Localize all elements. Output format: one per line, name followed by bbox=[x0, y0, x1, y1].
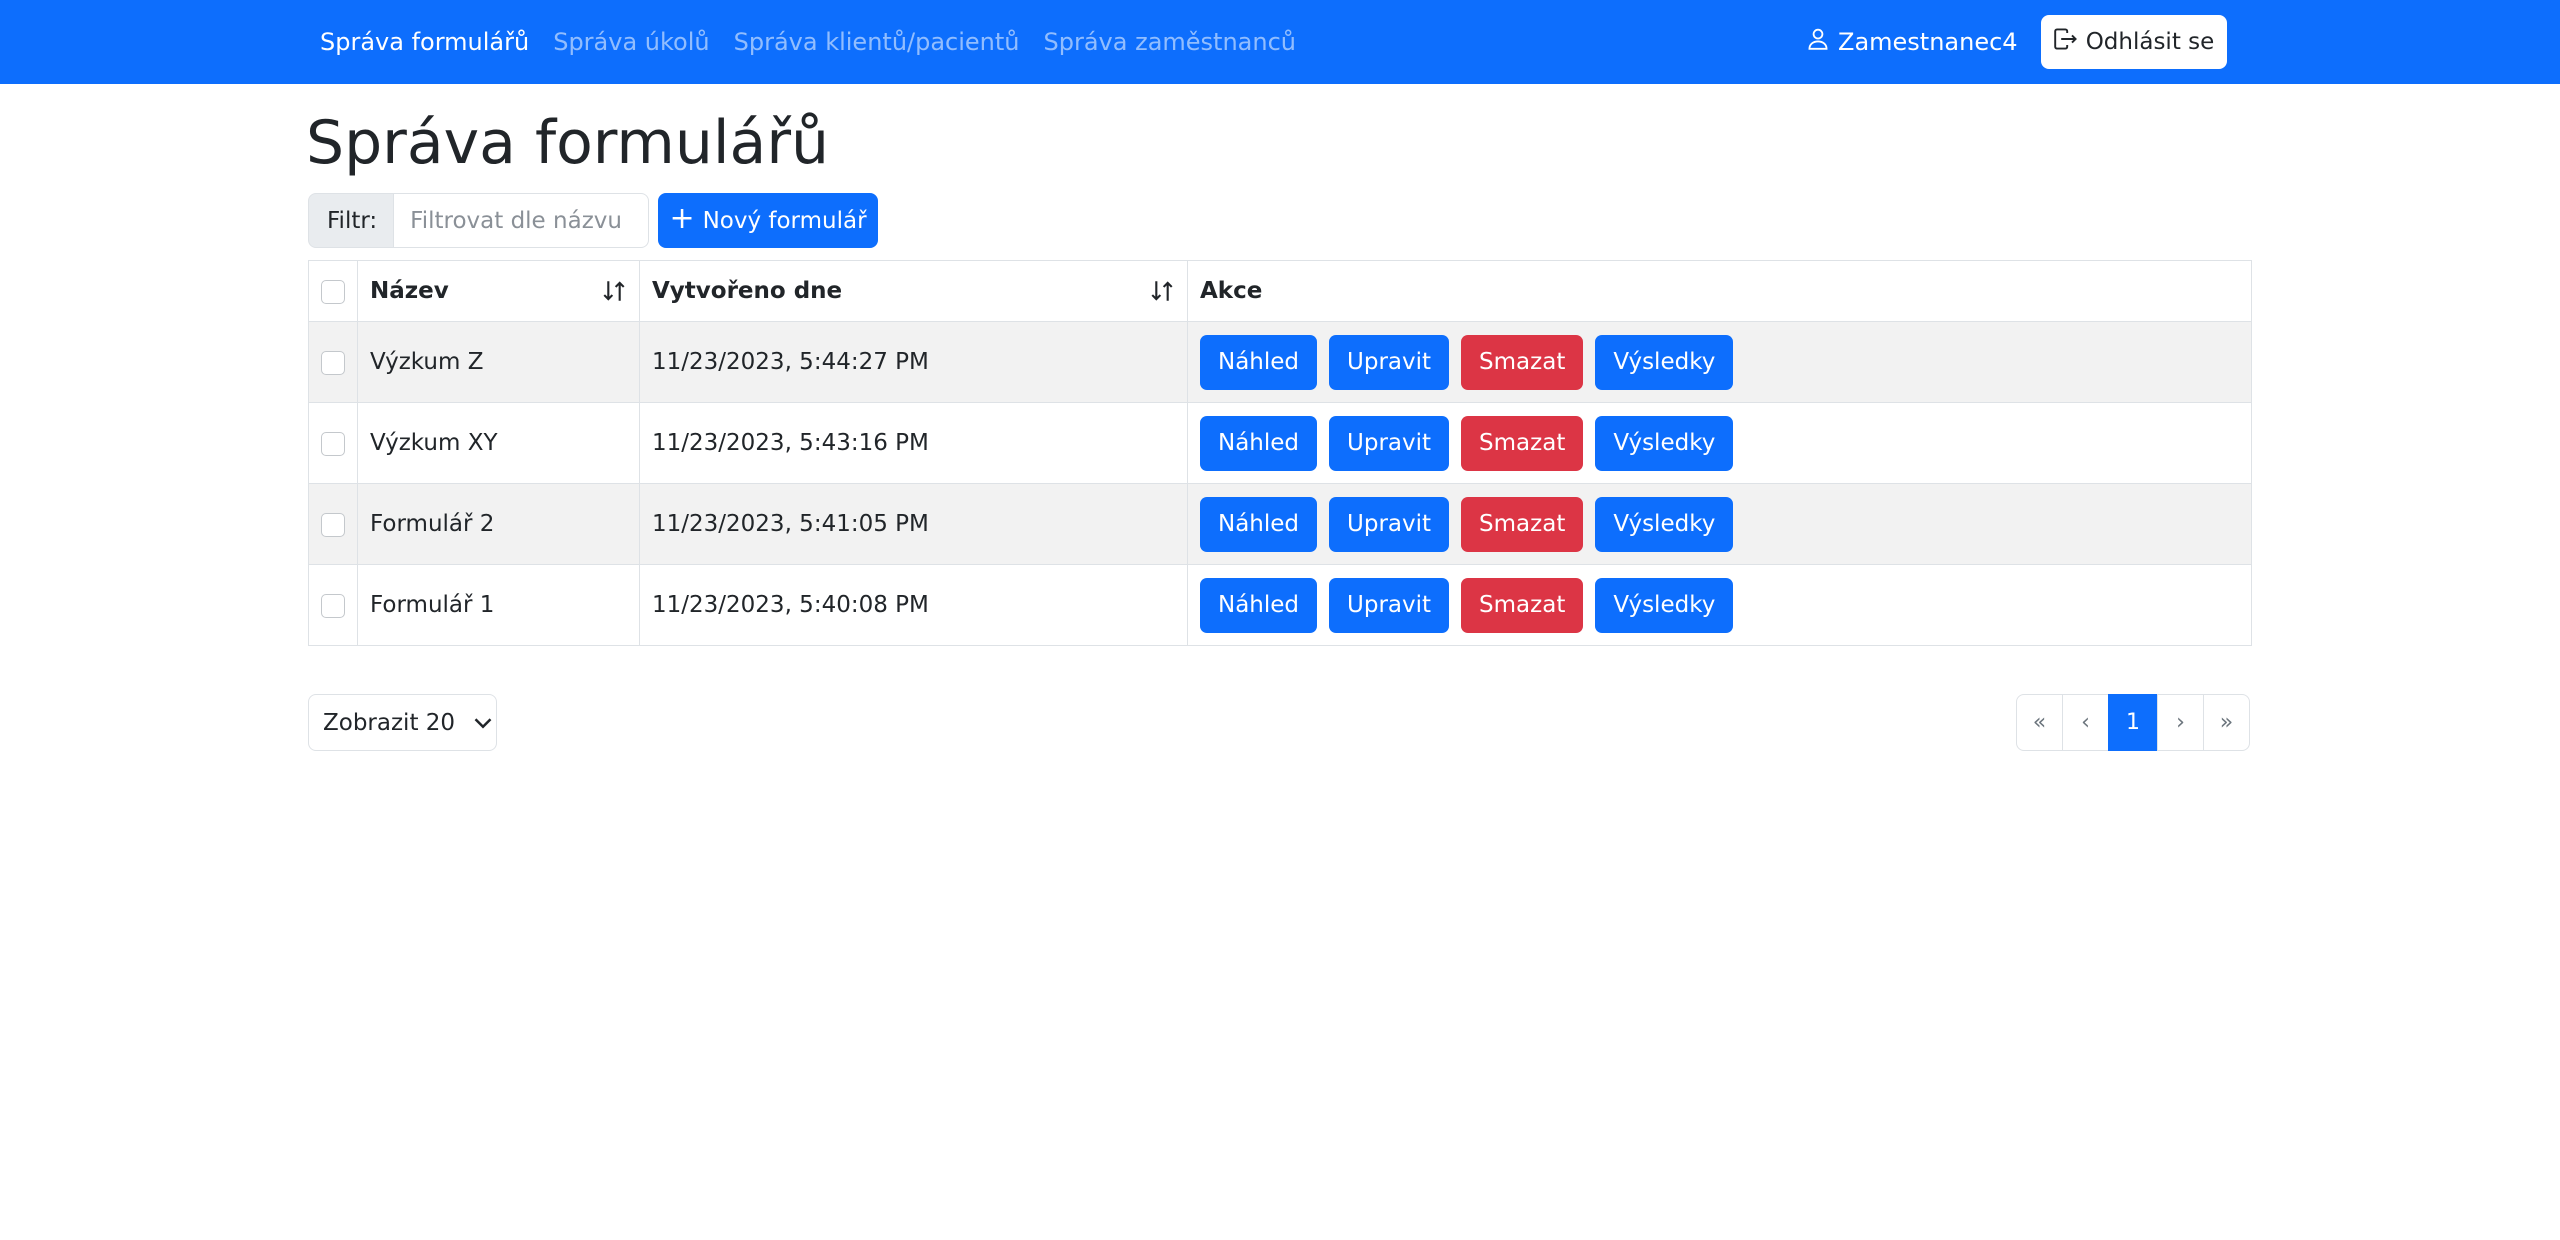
preview-button[interactable]: Náhled bbox=[1200, 577, 1318, 633]
header-name-label: Název bbox=[370, 278, 449, 304]
preview-button[interactable]: Náhled bbox=[1200, 415, 1318, 471]
page-current-button[interactable]: 1 bbox=[2108, 694, 2158, 751]
edit-button[interactable]: Upravit bbox=[1329, 415, 1450, 471]
preview-button[interactable]: Náhled bbox=[1200, 334, 1318, 390]
select-all-checkbox[interactable] bbox=[321, 279, 345, 304]
edit-button[interactable]: Upravit bbox=[1329, 496, 1450, 552]
table-row: Výzkum XY 11/23/2023, 5:43:16 PM Náhled … bbox=[308, 402, 2252, 484]
user-name: Zamestnanec4 bbox=[1838, 28, 2018, 56]
chevron-down-icon bbox=[473, 710, 493, 736]
row-created: 11/23/2023, 5:43:16 PM bbox=[639, 402, 1188, 484]
results-button[interactable]: Výsledky bbox=[1595, 496, 1734, 552]
user-icon bbox=[1808, 28, 1828, 56]
select-all-cell bbox=[308, 260, 358, 322]
forms-table: Název Vytvořeno dne Akce Výzkum Z 11/23/… bbox=[308, 260, 2252, 646]
row-checkbox[interactable] bbox=[321, 431, 345, 456]
row-actions: Náhled Upravit Smazat Výsledky bbox=[1187, 321, 2252, 403]
row-name: Výzkum Z bbox=[357, 321, 640, 403]
nav-link-tasks[interactable]: Správa úkolů bbox=[553, 28, 709, 56]
header-created: Vytvořeno dne bbox=[639, 260, 1188, 322]
row-check-cell bbox=[308, 564, 358, 646]
logout-icon bbox=[2053, 28, 2078, 56]
row-created: 11/23/2023, 5:41:05 PM bbox=[639, 483, 1188, 565]
nav-links: Správa formulářů Správa úkolů Správa kli… bbox=[320, 0, 1296, 84]
logout-label: Odhlásit se bbox=[2085, 29, 2215, 55]
preview-button[interactable]: Náhled bbox=[1200, 496, 1318, 552]
delete-button[interactable]: Smazat bbox=[1461, 496, 1584, 552]
plus-icon: + bbox=[669, 201, 695, 236]
nav-link-clients[interactable]: Správa klientů/pacientů bbox=[734, 28, 1020, 56]
row-created: 11/23/2023, 5:44:27 PM bbox=[639, 321, 1188, 403]
header-name: Název bbox=[357, 260, 640, 322]
row-name: Výzkum XY bbox=[357, 402, 640, 484]
page-title: Správa formulářů bbox=[306, 108, 830, 178]
filter-input[interactable] bbox=[394, 193, 650, 248]
sort-icon[interactable] bbox=[1149, 278, 1175, 304]
delete-button[interactable]: Smazat bbox=[1461, 334, 1584, 390]
pagination: « ‹ 1 › » bbox=[2016, 694, 2250, 751]
user-menu[interactable]: Zamestnanec4 bbox=[1808, 0, 2018, 84]
table-header-row: Název Vytvořeno dne Akce bbox=[308, 260, 2252, 322]
table-row: Formulář 2 11/23/2023, 5:41:05 PM Náhled… bbox=[308, 483, 2252, 565]
header-actions: Akce bbox=[1187, 260, 2252, 322]
row-check-cell bbox=[308, 321, 358, 403]
row-created: 11/23/2023, 5:40:08 PM bbox=[639, 564, 1188, 646]
page-size-label: Zobrazit 20 bbox=[323, 709, 456, 736]
filter-label: Filtr: bbox=[308, 193, 395, 248]
row-checkbox[interactable] bbox=[321, 593, 345, 618]
nav-link-forms[interactable]: Správa formulářů bbox=[320, 28, 529, 56]
new-form-label: Nový formulář bbox=[702, 207, 867, 234]
row-checkbox[interactable] bbox=[321, 350, 345, 375]
row-name: Formulář 2 bbox=[357, 483, 640, 565]
row-check-cell bbox=[308, 483, 358, 565]
page-next-button[interactable]: › bbox=[2157, 694, 2204, 751]
table-row: Formulář 1 11/23/2023, 5:40:08 PM Náhled… bbox=[308, 564, 2252, 646]
top-navbar: Správa formulářů Správa úkolů Správa kli… bbox=[0, 0, 2560, 84]
new-form-button[interactable]: + Nový formulář bbox=[658, 193, 878, 248]
nav-link-employees[interactable]: Správa zaměstnanců bbox=[1044, 28, 1296, 56]
delete-button[interactable]: Smazat bbox=[1461, 415, 1584, 471]
table-row: Výzkum Z 11/23/2023, 5:44:27 PM Náhled U… bbox=[308, 321, 2252, 403]
filter-group: Filtr: bbox=[308, 193, 650, 248]
row-check-cell bbox=[308, 402, 358, 484]
forms-table-wrapper: Název Vytvořeno dne Akce Výzkum Z 11/23/… bbox=[308, 260, 2252, 646]
results-button[interactable]: Výsledky bbox=[1595, 577, 1734, 633]
results-button[interactable]: Výsledky bbox=[1595, 415, 1734, 471]
results-button[interactable]: Výsledky bbox=[1595, 334, 1734, 390]
page-size-select[interactable]: Zobrazit 20 bbox=[308, 694, 497, 751]
logout-button[interactable]: Odhlásit se bbox=[2041, 15, 2227, 69]
header-created-label: Vytvořeno dne bbox=[652, 278, 843, 304]
row-actions: Náhled Upravit Smazat Výsledky bbox=[1187, 483, 2252, 565]
row-checkbox[interactable] bbox=[321, 512, 345, 537]
edit-button[interactable]: Upravit bbox=[1329, 577, 1450, 633]
row-name: Formulář 1 bbox=[357, 564, 640, 646]
sort-icon[interactable] bbox=[601, 278, 627, 304]
page-prev-button[interactable]: ‹ bbox=[2062, 694, 2109, 751]
page-last-button[interactable]: » bbox=[2203, 694, 2250, 751]
row-actions: Náhled Upravit Smazat Výsledky bbox=[1187, 564, 2252, 646]
edit-button[interactable]: Upravit bbox=[1329, 334, 1450, 390]
page-first-button[interactable]: « bbox=[2016, 694, 2063, 751]
delete-button[interactable]: Smazat bbox=[1461, 577, 1584, 633]
row-actions: Náhled Upravit Smazat Výsledky bbox=[1187, 402, 2252, 484]
